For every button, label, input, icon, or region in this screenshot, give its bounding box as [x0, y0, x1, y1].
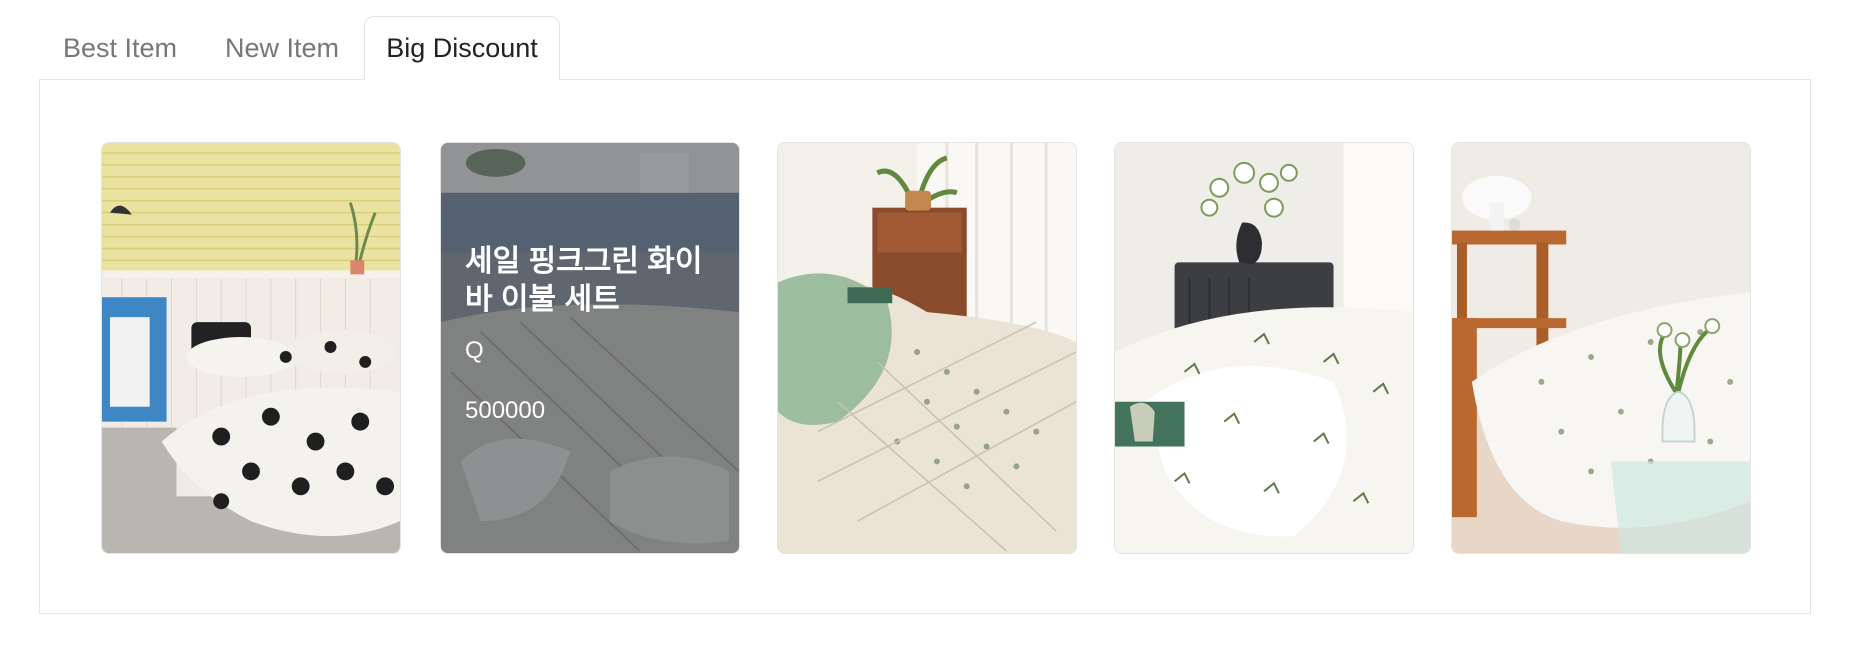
product-image	[102, 143, 400, 553]
product-name[interactable]: 세일 핑크그린 화이바 이불 세트	[465, 243, 721, 319]
product-image	[1115, 143, 1413, 553]
tab-bar: Best Item New Item Big Discount	[40, 16, 560, 81]
product-image	[1452, 143, 1750, 553]
product-subtitle: Q	[465, 337, 484, 364]
product-info: 세일 핑크그린 화이바 이불 세트 Q 500000	[465, 243, 721, 425]
tab-big-discount[interactable]: Big Discount	[364, 16, 560, 81]
product-card[interactable]	[1451, 142, 1751, 554]
tab-best-item[interactable]: Best Item	[40, 16, 200, 80]
product-card[interactable]: 세일 핑크그린 화이바 이불 세트 Q 500000	[440, 142, 740, 554]
tab-new-item[interactable]: New Item	[200, 16, 364, 80]
product-card[interactable]	[101, 142, 401, 554]
product-image	[778, 143, 1076, 553]
product-price: 500000	[465, 397, 546, 424]
product-card[interactable]	[777, 142, 1077, 554]
product-card[interactable]	[1114, 142, 1414, 554]
